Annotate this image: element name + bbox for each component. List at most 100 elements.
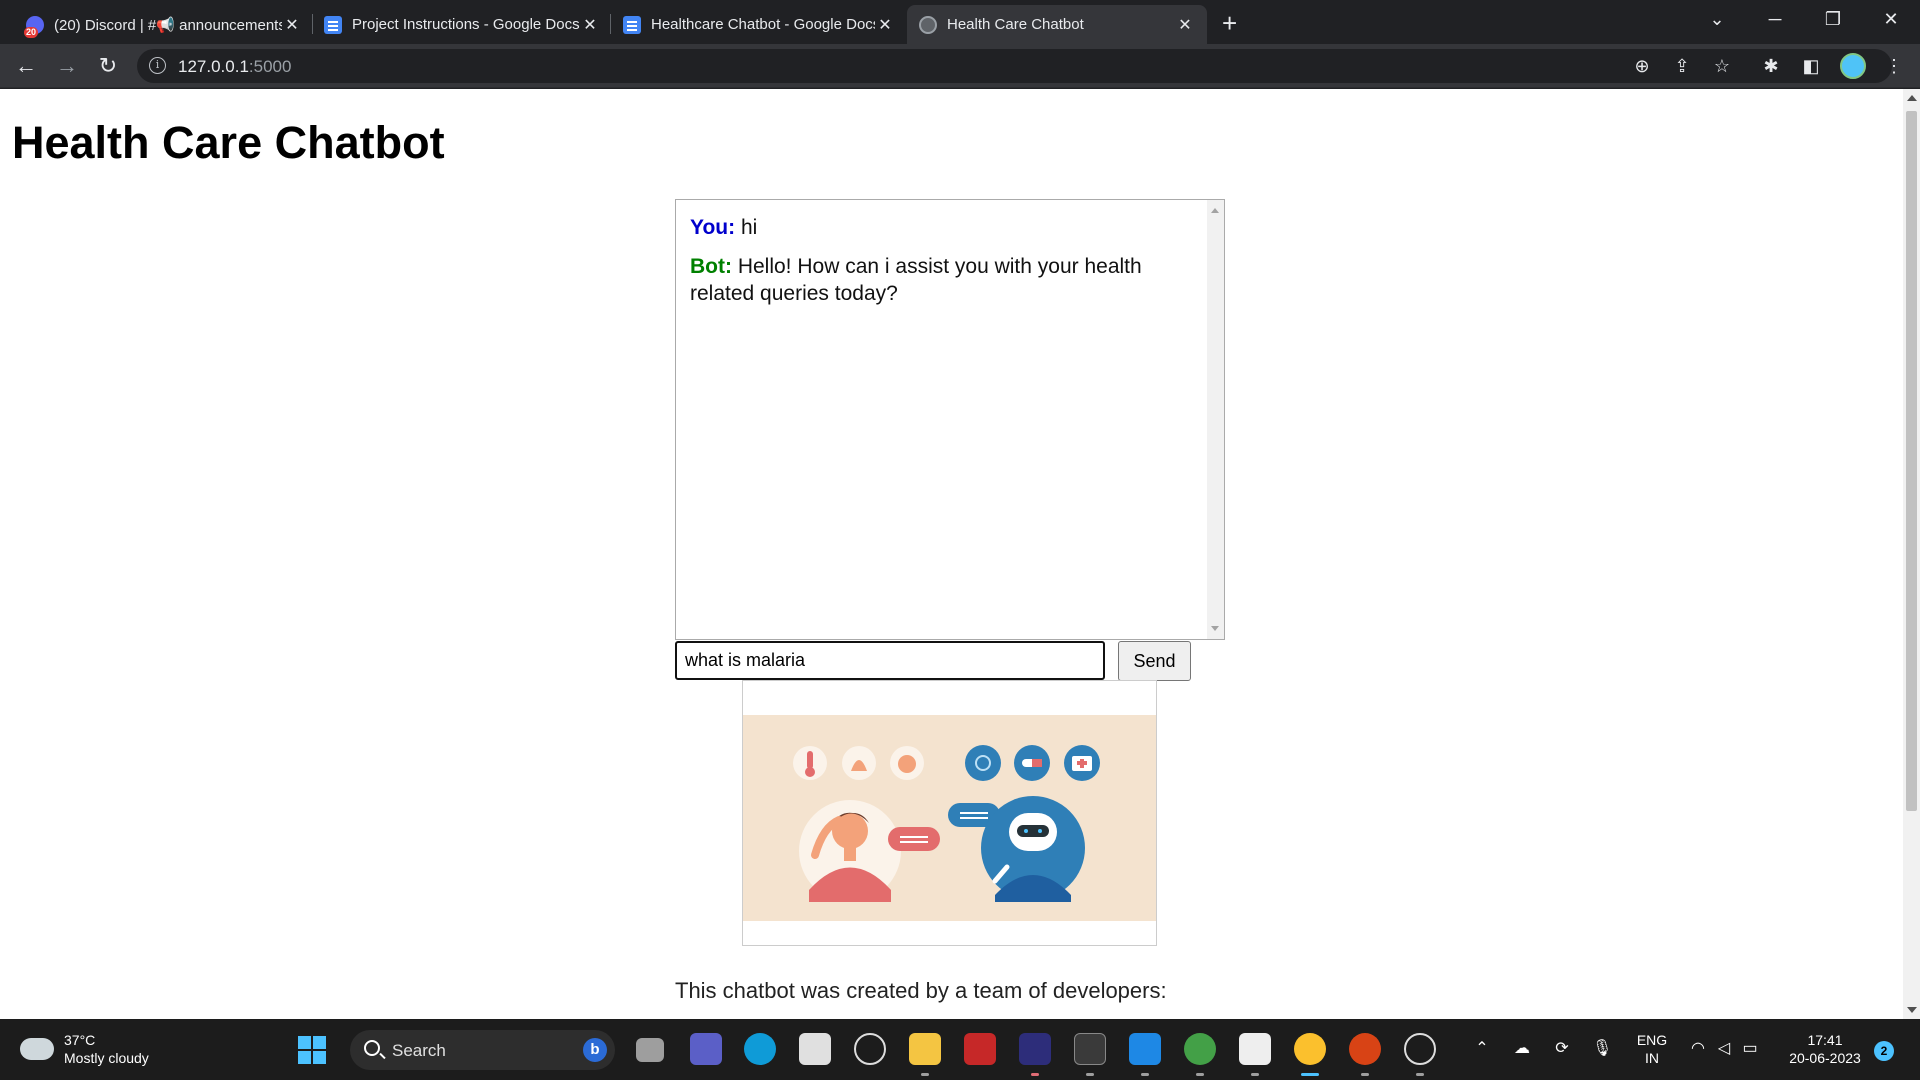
- chat-scrollbar[interactable]: [1207, 200, 1224, 639]
- microphone-icon[interactable]: 🎙: [1592, 1039, 1612, 1059]
- file-explorer-icon[interactable]: [909, 1033, 941, 1065]
- tab-search-icon[interactable]: ⌄: [1688, 0, 1746, 40]
- back-arrow-icon[interactable]: ←: [12, 52, 40, 80]
- powerpoint-icon[interactable]: [1349, 1033, 1381, 1065]
- chrome-icon[interactable]: [1294, 1033, 1326, 1065]
- teams-chat-icon[interactable]: [690, 1033, 722, 1065]
- message-input[interactable]: [675, 641, 1105, 680]
- chatbot-illustration: [743, 715, 1156, 921]
- tab-title: Health Care Chatbot: [947, 16, 1084, 33]
- running-indicator: [1416, 1073, 1424, 1076]
- running-indicator: [921, 1073, 929, 1076]
- bookmark-star-icon[interactable]: ☆: [1711, 55, 1733, 77]
- scroll-down-icon[interactable]: [1907, 1007, 1917, 1013]
- tab-title: Project Instructions - Google Docs: [352, 16, 580, 33]
- scroll-up-icon[interactable]: [1907, 95, 1917, 101]
- reload-icon[interactable]: ↻: [94, 52, 122, 80]
- chrome-profile-icon[interactable]: [1184, 1033, 1216, 1065]
- weather-desc: Mostly cloudy: [64, 1050, 149, 1066]
- doctor-robot-illustration: [793, 745, 1100, 902]
- webex-icon[interactable]: [1019, 1033, 1051, 1065]
- profile-avatar[interactable]: [1840, 53, 1866, 79]
- mcafee-icon[interactable]: [964, 1033, 996, 1065]
- store-icon[interactable]: [799, 1033, 831, 1065]
- menu-icon[interactable]: ⋮: [1883, 55, 1905, 77]
- battery-icon[interactable]: ▭: [1740, 1039, 1760, 1059]
- scroll-down-icon[interactable]: [1211, 626, 1219, 631]
- close-tab-icon[interactable]: ✕: [580, 15, 600, 35]
- vscode-icon[interactable]: [1129, 1033, 1161, 1065]
- snipping-tool-icon[interactable]: [1239, 1033, 1271, 1065]
- address-bar[interactable]: i 127.0.0.1:5000: [137, 49, 1892, 83]
- window-controls: ⌄ ─ ❐ ✕: [1688, 0, 1920, 40]
- illustration-card: [742, 680, 1157, 946]
- chevron-up-icon[interactable]: ⌃: [1472, 1039, 1492, 1059]
- sender-label: You:: [690, 216, 736, 239]
- tab-strip: 20 (20) Discord | #📢 announcements ✕ Pro…: [0, 0, 1920, 44]
- clock-time: 17:41: [1807, 1032, 1843, 1048]
- discord-icon: 20: [24, 15, 44, 38]
- close-tab-icon[interactable]: ✕: [1175, 15, 1195, 35]
- chat-message-bot: Bot: Hello! How can i assist you with yo…: [690, 253, 1190, 307]
- running-indicator: [1086, 1073, 1094, 1076]
- running-indicator: [1361, 1073, 1369, 1076]
- tab-title: (20) Discord | #📢 announcements: [54, 16, 282, 34]
- tab-healthcare-doc[interactable]: Healthcare Chatbot - Google Docs ✕: [611, 5, 907, 44]
- page-viewport: Health Care Chatbot You: hi Bot: Hello! …: [0, 89, 1903, 1019]
- chat-message-user: You: hi: [690, 214, 1190, 241]
- site-info-icon[interactable]: i: [149, 57, 166, 74]
- running-indicator: [1196, 1073, 1204, 1076]
- cloudy-weather-icon: [20, 1031, 54, 1060]
- edge-icon[interactable]: [744, 1033, 776, 1065]
- onedrive-icon[interactable]: ☁: [1512, 1039, 1532, 1059]
- page-title: Health Care Chatbot: [12, 117, 445, 168]
- sender-label: Bot:: [690, 255, 732, 278]
- extensions-icon[interactable]: ✱: [1760, 55, 1782, 77]
- taskbar-search[interactable]: Search b: [350, 1030, 615, 1070]
- volume-icon[interactable]: ◁: [1714, 1039, 1734, 1059]
- close-tab-icon[interactable]: ✕: [282, 15, 302, 35]
- clock-date: 20-06-2023: [1789, 1050, 1861, 1066]
- page-scrollbar[interactable]: [1903, 89, 1920, 1019]
- share-icon[interactable]: ⇪: [1671, 55, 1693, 77]
- search-icon: [364, 1040, 380, 1056]
- task-view-icon[interactable]: [636, 1038, 664, 1062]
- dell-icon[interactable]: [854, 1033, 886, 1065]
- language-indicator[interactable]: ENG IN: [1632, 1019, 1672, 1080]
- scroll-up-icon[interactable]: [1211, 208, 1219, 213]
- close-window-button[interactable]: ✕: [1862, 0, 1920, 40]
- google-docs-icon: [324, 15, 342, 34]
- message-text: hi: [740, 216, 758, 239]
- chat-messages: You: hi Bot: Hello! How can i assist you…: [676, 200, 1204, 639]
- chat-log[interactable]: You: hi Bot: Hello! How can i assist you…: [675, 199, 1225, 640]
- tab-discord[interactable]: 20 (20) Discord | #📢 announcements ✕: [14, 5, 314, 44]
- forward-arrow-icon[interactable]: →: [53, 52, 81, 80]
- scrollbar-thumb[interactable]: [1906, 111, 1917, 811]
- tab-project-instructions[interactable]: Project Instructions - Google Docs ✕: [312, 5, 612, 44]
- google-docs-icon: [623, 15, 641, 34]
- weather-widget[interactable]: 37°C Mostly cloudy: [20, 1031, 149, 1067]
- side-panel-icon[interactable]: ◧: [1800, 55, 1822, 77]
- clock[interactable]: 17:41 20-06-2023: [1784, 1019, 1866, 1080]
- wifi-icon[interactable]: ◠: [1688, 1039, 1708, 1059]
- tab-title: Healthcare Chatbot - Google Docs: [651, 16, 875, 33]
- running-indicator: [1031, 1073, 1039, 1076]
- new-tab-button[interactable]: +: [1222, 8, 1237, 39]
- notification-badge[interactable]: 2: [1874, 1041, 1894, 1061]
- message-text: Hello! How can i assist you with your he…: [690, 255, 1142, 305]
- bing-icon[interactable]: b: [583, 1038, 607, 1062]
- zoom-icon[interactable]: ⊕: [1631, 55, 1653, 77]
- sync-icon[interactable]: ⟳: [1552, 1039, 1572, 1059]
- url-text[interactable]: 127.0.0.1:5000: [178, 57, 291, 77]
- windows-start-icon[interactable]: [298, 1036, 326, 1064]
- minimize-button[interactable]: ─: [1746, 0, 1804, 40]
- virus-icon: [965, 745, 1001, 781]
- credits-text: This chatbot was created by a team of de…: [675, 978, 1167, 1003]
- tab-health-care-chatbot[interactable]: Health Care Chatbot ✕: [907, 5, 1207, 44]
- send-button[interactable]: Send: [1118, 641, 1191, 681]
- running-indicator: [1141, 1073, 1149, 1076]
- restore-button[interactable]: ❐: [1804, 0, 1862, 40]
- terminal-icon[interactable]: [1074, 1033, 1106, 1065]
- obs-icon[interactable]: [1404, 1033, 1436, 1065]
- close-tab-icon[interactable]: ✕: [875, 15, 895, 35]
